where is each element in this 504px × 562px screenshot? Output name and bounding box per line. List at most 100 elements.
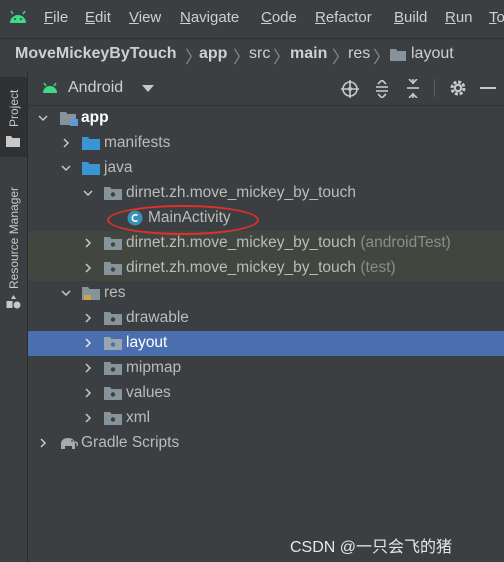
breadcrumb-separator-icon: 〉	[233, 48, 250, 67]
menu-file-mnemonic: F	[44, 9, 54, 26]
menu-build-label: uild	[404, 9, 428, 26]
folder-icon	[104, 337, 122, 350]
resource-manager-tab[interactable]: Resource Manager	[0, 171, 27, 316]
tree-item-gradle-scripts[interactable]: Gradle Scripts	[28, 431, 504, 456]
menu-run[interactable]: Run	[445, 9, 473, 26]
resource-manager-tab-label: Resource Manager	[7, 186, 21, 289]
chevron-down-icon[interactable]	[38, 113, 48, 123]
breadcrumb-app[interactable]: app	[199, 45, 227, 63]
menu-run-mnemonic: R	[445, 9, 456, 26]
folder-icon	[104, 312, 122, 325]
menu-edit[interactable]: Edit	[85, 9, 111, 26]
folder-icon	[104, 362, 122, 375]
tree-item-label: dirnet.zh.move_mickey_by_touch (test)	[126, 259, 396, 277]
tree-item-label: layout	[126, 334, 168, 351]
tree-item-java[interactable]: java	[28, 156, 504, 181]
tree-item-package[interactable]: dirnet.zh.move_mickey_by_touch	[28, 181, 504, 206]
menu-run-label: un	[455, 9, 473, 26]
tree-item-drawable[interactable]: drawable	[28, 306, 504, 331]
chevron-right-icon[interactable]	[83, 413, 93, 423]
folder-icon	[390, 49, 406, 61]
menu-file-label: ile	[53, 9, 69, 26]
tree-item-label: res	[104, 284, 126, 301]
tree-item-manifests[interactable]: manifests	[28, 131, 504, 156]
menu-tools[interactable]: To	[489, 9, 504, 26]
module-folder-icon	[60, 112, 78, 126]
source-set-suffix: (test)	[360, 259, 396, 276]
tree-item-package-androidtest[interactable]: dirnet.zh.move_mickey_by_touch (androidT…	[28, 231, 504, 256]
chevron-right-icon[interactable]	[83, 313, 93, 323]
menu-navigate-mnemonic: N	[180, 9, 191, 26]
breadcrumb-main[interactable]: main	[290, 45, 327, 63]
menu-file[interactable]: File	[44, 9, 68, 26]
menu-build[interactable]: Build	[394, 9, 427, 26]
folder-icon	[104, 412, 122, 425]
chevron-right-icon[interactable]	[83, 238, 93, 248]
package-icon	[104, 187, 122, 200]
menu-code-label: ode	[271, 9, 297, 26]
tree-item-label: Gradle Scripts	[81, 434, 180, 451]
menu-view[interactable]: View	[129, 9, 161, 26]
breadcrumb-project[interactable]: MoveMickeyByTouch	[15, 45, 177, 63]
project-tab-label: Project	[7, 89, 21, 127]
view-selector[interactable]: Android	[36, 71, 161, 105]
tree-item-package-test[interactable]: dirnet.zh.move_mickey_by_touch (test)	[28, 256, 504, 281]
chevron-down-icon[interactable]	[61, 163, 71, 173]
breadcrumb-layout[interactable]: layout	[411, 45, 454, 63]
folder-icon	[6, 136, 20, 147]
menu-tools-label: o	[496, 9, 504, 26]
folder-icon	[104, 387, 122, 400]
menu-bar: File Edit View Navigate Code Refactor Bu…	[0, 0, 504, 38]
project-tab[interactable]: Project	[0, 77, 27, 157]
menu-build-mnemonic: B	[394, 9, 405, 26]
menu-tools-mnemonic: T	[489, 9, 497, 26]
tree-item-res[interactable]: res	[28, 281, 504, 306]
android-logo-icon	[10, 10, 26, 23]
crosshair-icon[interactable]	[341, 80, 359, 98]
menu-navigate-label: avigate	[190, 9, 240, 26]
chevron-right-icon[interactable]	[61, 138, 71, 148]
tree-item-label: xml	[126, 409, 151, 426]
chevron-right-icon[interactable]	[83, 388, 93, 398]
breadcrumb-res[interactable]: res	[348, 45, 370, 63]
tree-item-label: dirnet.zh.move_mickey_by_touch (androidT…	[126, 234, 451, 252]
tool-window-strip: Project Resource Manager	[0, 71, 28, 562]
chevron-right-icon[interactable]	[83, 363, 93, 373]
chevron-down-icon	[142, 85, 154, 92]
chevron-down-icon[interactable]	[83, 188, 93, 198]
tree-item-label: java	[104, 159, 133, 176]
chevron-right-icon[interactable]	[83, 263, 93, 273]
chevron-right-icon[interactable]	[38, 438, 48, 448]
menu-edit-mnemonic: E	[85, 9, 96, 26]
annotation-ellipse	[107, 205, 259, 235]
tree-item-label: app	[81, 109, 109, 126]
menu-refactor-label: efactor	[325, 9, 372, 26]
menu-code[interactable]: Code	[261, 9, 297, 26]
source-set-suffix: (androidTest)	[360, 234, 451, 251]
tree-item-mipmap[interactable]: mipmap	[28, 356, 504, 381]
chevron-right-icon[interactable]	[83, 338, 93, 348]
chevron-down-icon[interactable]	[61, 288, 71, 298]
package-name: dirnet.zh.move_mickey_by_touch	[126, 234, 357, 251]
menu-code-mnemonic: C	[261, 9, 272, 26]
gear-icon[interactable]	[449, 79, 467, 97]
tree-item-label: values	[126, 384, 171, 401]
gradle-elephant-icon	[61, 438, 78, 449]
menu-view-mnemonic: V	[129, 9, 139, 26]
collapse-all-icon[interactable]	[405, 79, 421, 98]
toolbar-divider	[434, 79, 435, 97]
breadcrumb-src[interactable]: src	[249, 45, 270, 63]
menu-navigate[interactable]: Navigate	[180, 9, 239, 26]
tree-item-values[interactable]: values	[28, 381, 504, 406]
tree-item-xml[interactable]: xml	[28, 406, 504, 431]
resource-folder-icon	[82, 287, 100, 300]
breadcrumb-separator-icon: 〉	[332, 48, 349, 67]
folder-icon	[82, 162, 100, 175]
expand-all-icon[interactable]	[374, 80, 390, 98]
menu-refactor[interactable]: Refactor	[315, 9, 372, 26]
minimize-icon[interactable]	[480, 87, 496, 90]
android-icon	[43, 82, 57, 93]
tree-item-mainactivity[interactable]: MainActivity	[28, 206, 504, 231]
tree-item-app[interactable]: app	[28, 106, 504, 131]
tree-item-layout[interactable]: layout	[28, 331, 504, 356]
